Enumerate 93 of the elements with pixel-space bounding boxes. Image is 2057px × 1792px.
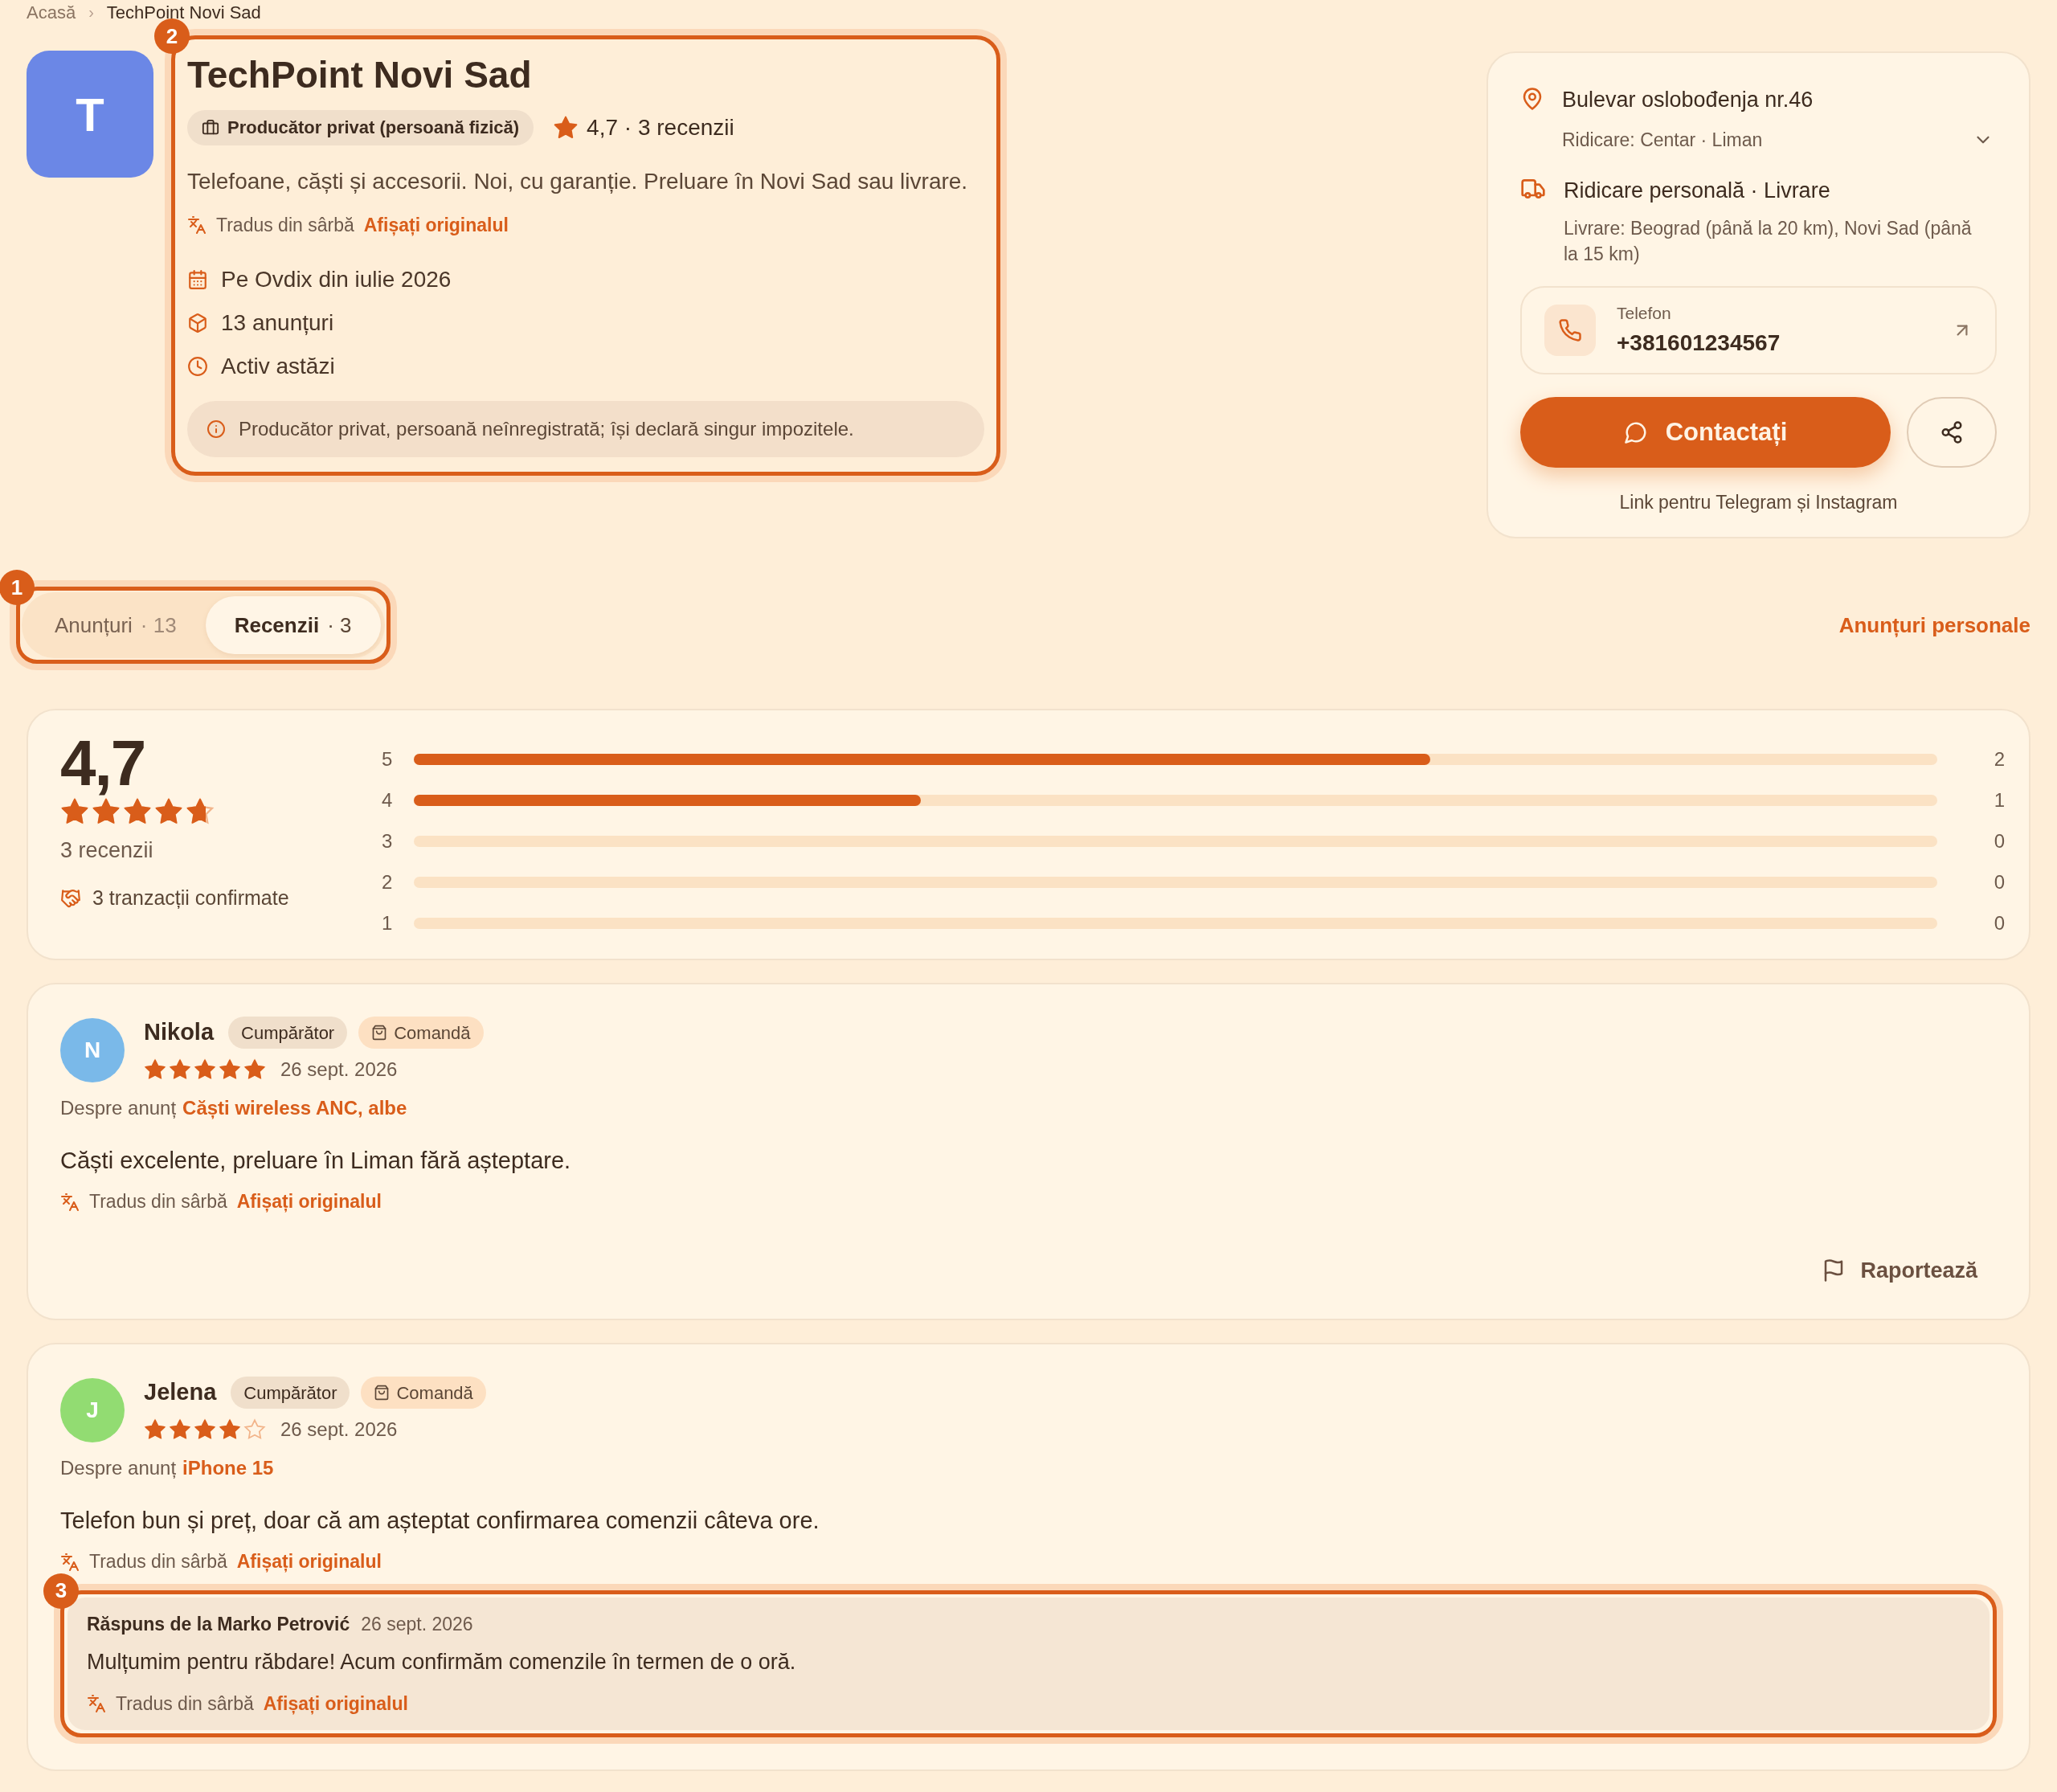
translate-icon	[187, 215, 207, 235]
star-level: 1	[382, 910, 394, 935]
phone-label: Telefon	[1617, 303, 1672, 325]
role-tag: Cumpărător	[228, 1017, 348, 1049]
review-text: Căști excelente, preluare în Liman fără așteptare.	[60, 1146, 572, 1175]
share-icon	[1940, 419, 1964, 444]
review-date: 26 sept. 2026	[280, 1057, 398, 1082]
translation-note: Tradus din sârbă	[89, 1190, 227, 1214]
share-button[interactable]	[1907, 396, 1997, 468]
info-icon	[207, 419, 226, 439]
calendar-icon	[187, 269, 208, 290]
callout-number: 3	[43, 1573, 79, 1609]
social-links-note: Link pentru Telegram și Instagram	[1618, 490, 1899, 514]
star-icon	[169, 1058, 191, 1081]
breadcrumb-link[interactable]: Acasă	[27, 0, 76, 26]
reviewer-name: Nikola	[144, 1018, 215, 1047]
reply-date: 26 sept. 2026	[361, 1612, 473, 1636]
translate-icon	[87, 1694, 106, 1714]
phone-number: +381601234567	[1617, 329, 1781, 357]
show-original-link[interactable]: Afișați originalul	[263, 1689, 408, 1718]
show-original-link[interactable]: Afișați originalul	[363, 211, 509, 239]
phone-icon	[1558, 317, 1582, 342]
order-tag: Comandă	[361, 1377, 486, 1409]
show-original-link[interactable]: Afișați originalul	[236, 1548, 382, 1576]
rating-count: 0	[1993, 910, 2005, 935]
clock-icon	[187, 356, 208, 377]
star-icon	[144, 1058, 166, 1081]
seller-description: Telefoane, căști și accesorii. Noi, cu garanție. Preluare în Novi Sad sau livrare.	[187, 167, 969, 195]
delivery-options: Ridicare personală · Livrare	[1564, 174, 1997, 207]
rating-count: 0	[1993, 869, 2005, 894]
seller-fact: Activ astăzi	[221, 353, 335, 380]
star-icon	[243, 1058, 266, 1081]
notice-text: Producător privat, persoană neînregistrată; își declară singur impozitele.	[239, 417, 854, 441]
star-icon	[194, 1058, 216, 1081]
role-tag: Cumpărător	[231, 1377, 350, 1409]
translate-icon	[60, 1192, 80, 1212]
confirmed-transactions: 3 tranzacții confirmate	[92, 885, 289, 910]
star-icon	[553, 114, 579, 141]
briefcase-icon	[202, 118, 219, 137]
seller-avatar: T	[27, 51, 153, 178]
star-level: 3	[382, 828, 394, 853]
address-text: Bulevar oslobođenja nr.46	[1562, 87, 1814, 113]
phone-link[interactable]: Telefon +381601234567	[1520, 285, 1997, 374]
reviewer-avatar: N	[60, 1018, 125, 1083]
reply-author: Răspuns de la Marko Petrović	[87, 1612, 350, 1636]
report-button[interactable]: Raportează	[1822, 1254, 1977, 1287]
listing-link[interactable]: Căști wireless ANC, albe	[182, 1093, 407, 1123]
tab[interactable]: Recenzii · 3	[205, 596, 381, 655]
star-icon	[219, 1058, 241, 1081]
star-icon	[144, 1418, 166, 1441]
delivery-details: Livrare: Beograd (până la 20 km), Novi Sad (până la 15 km)	[1564, 216, 1973, 266]
star-level: 4	[382, 788, 394, 812]
star-level: 2	[382, 869, 394, 894]
handshake-icon	[60, 887, 81, 909]
rating-count: 0	[1993, 828, 2005, 853]
star-icon	[243, 1418, 266, 1441]
badge-label: Producător privat (persoană fizică)	[227, 117, 520, 139]
translation-note: Tradus din sârbă	[216, 213, 354, 237]
rating-count: 1	[1993, 788, 2005, 812]
listing-link[interactable]: iPhone 15	[182, 1453, 274, 1483]
reply-text: Mulțumim pentru răbdare! Acum confirmăm comenzile în termen de o oră.	[87, 1649, 797, 1676]
breadcrumb-separator: ›	[88, 2, 94, 23]
seller-fact: 13 anunțuri	[221, 309, 334, 337]
review-count: 3 recenzii	[60, 837, 154, 865]
star-icon	[194, 1418, 216, 1441]
chat-bubble-icon	[1623, 419, 1648, 444]
review-text: Telefon bun și preț, doar că am așteptat confirmarea comenzii câteva ore.	[60, 1506, 820, 1535]
callout-number: 1	[0, 570, 35, 606]
pickup-locations: Ridicare: Centar · Liman	[1562, 128, 1763, 152]
package-icon	[187, 313, 208, 333]
callout-number: 2	[154, 18, 190, 54]
translation-note: Tradus din sârbă	[89, 1550, 227, 1574]
star-icon	[169, 1418, 191, 1441]
translation-note: Tradus din sârbă	[116, 1692, 254, 1716]
personal-ads-link[interactable]: Anunțuri personale	[1838, 609, 2030, 641]
review-date: 26 sept. 2026	[280, 1417, 398, 1442]
seller-name: TechPoint Novi Sad	[187, 53, 533, 97]
order-tag: Comandă	[358, 1017, 484, 1049]
star-level: 5	[382, 747, 394, 771]
reviewer-avatar: J	[60, 1378, 125, 1443]
about-listing-label: Despre anunț	[60, 1095, 177, 1120]
shopping-bag-icon	[371, 1025, 388, 1041]
average-rating: 4,7	[60, 730, 146, 798]
shopping-bag-icon	[374, 1385, 391, 1401]
rating-summary: 4,7 · 3 recenzii	[587, 113, 734, 141]
rating-count: 2	[1993, 747, 2005, 771]
reviewer-name: Jelena	[144, 1378, 217, 1407]
show-original-link[interactable]: Afișați originalul	[236, 1188, 382, 1216]
contact-button[interactable]: Contactați	[1520, 396, 1891, 468]
translate-icon	[60, 1552, 80, 1572]
seller-fact: Pe Ovdix din iulie 2026	[221, 266, 452, 293]
star-icon	[219, 1418, 241, 1441]
about-listing-label: Despre anunț	[60, 1455, 177, 1480]
